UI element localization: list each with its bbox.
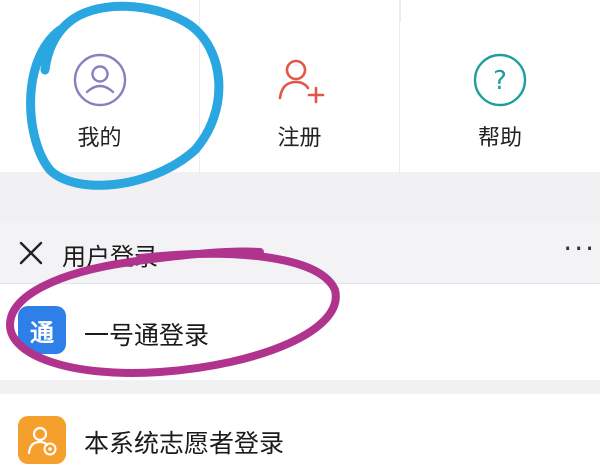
volunteer-app-icon (18, 416, 66, 464)
grid-item-help[interactable]: ? 帮助 (400, 0, 600, 172)
volunteer-user-icon (27, 426, 57, 456)
help-circle-icon: ? (473, 53, 527, 107)
user-circle-icon (73, 53, 126, 107)
yihaotong-icon-glyph: 通 (30, 318, 54, 347)
grid-item-label: 注册 (277, 126, 322, 151)
grid-item-label: 帮助 (477, 126, 522, 151)
grid-item-mine[interactable]: 我的 (0, 0, 200, 172)
login-option-volunteer[interactable]: 本系统志愿者登录 (0, 394, 600, 473)
yihaotong-app-icon: 通 (18, 306, 66, 354)
more-menu-button[interactable]: ··· (563, 232, 596, 265)
section-gap (0, 172, 600, 222)
grid-item-register[interactable]: 注册 (200, 0, 400, 172)
login-sheet-title: 用户登录 (62, 243, 158, 271)
login-sheet-header: 用户登录 ··· (0, 222, 600, 284)
login-option-yihaotong[interactable]: 通 一号通登录 (0, 284, 600, 380)
close-icon[interactable] (16, 238, 46, 268)
section-gap (0, 380, 600, 394)
shortcut-grid: 我的 注册 ? 帮助 (0, 0, 600, 172)
grid-top-divider (0, 0, 600, 22)
grid-item-label: 我的 (77, 126, 122, 151)
login-option-label: 一号通登录 (84, 321, 210, 350)
user-add-icon (278, 59, 324, 104)
login-option-label: 本系统志愿者登录 (84, 429, 285, 458)
help-glyph: ? (493, 66, 507, 96)
